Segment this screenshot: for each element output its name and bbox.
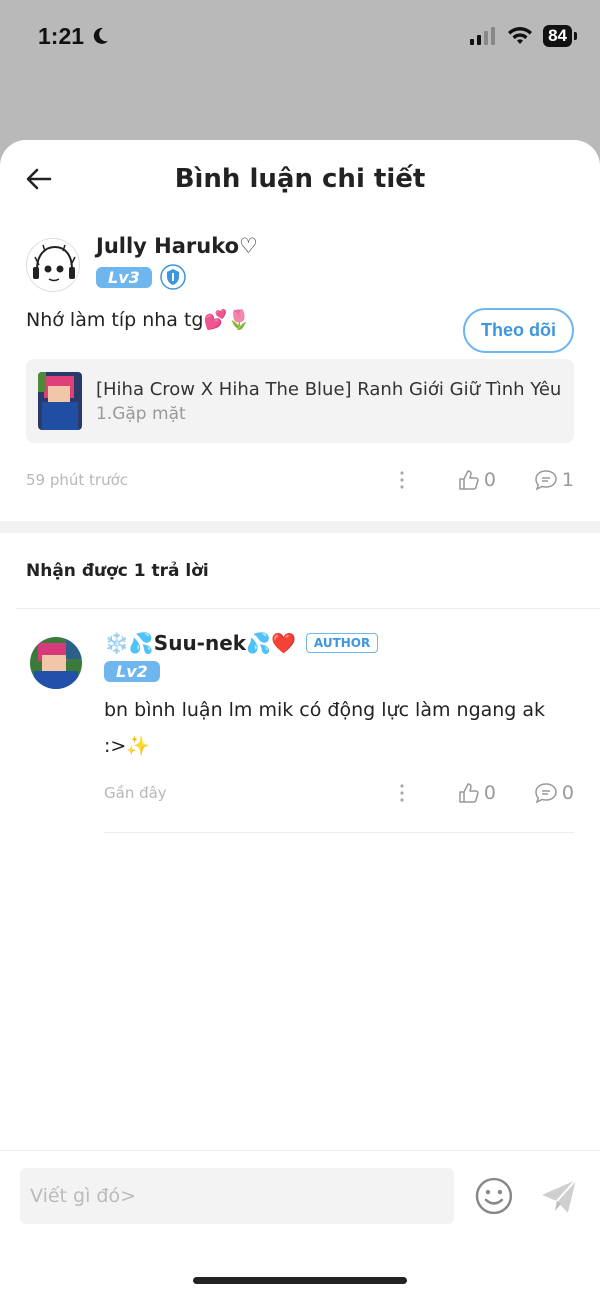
main-comment: Jully Haruko♡ Lv3 Theo dõi Nhớ làm típ n… xyxy=(0,218,600,517)
reply-button[interactable]: 1 xyxy=(534,469,574,491)
level-badge: Lv3 xyxy=(96,266,152,288)
reply-time: Gần đây xyxy=(104,784,167,802)
thumbs-up-icon xyxy=(459,783,479,803)
story-chapter: 1.Gặp mặt xyxy=(96,403,186,424)
signal-icon xyxy=(470,27,496,45)
username[interactable]: Jully Haruko♡ xyxy=(96,234,574,258)
more-vertical-icon[interactable] xyxy=(390,468,414,492)
like-count: 0 xyxy=(483,469,496,491)
comment-icon xyxy=(535,470,557,491)
reply-text: bn bình luận lm mik có động lực làm ngan… xyxy=(104,699,546,757)
section-divider xyxy=(0,521,600,533)
page-title: Bình luận chi tiết xyxy=(174,164,426,194)
wifi-icon xyxy=(508,27,533,44)
like-count: 0 xyxy=(483,782,496,804)
reply-count: 1 xyxy=(561,469,574,491)
follow-button[interactable]: Theo dõi xyxy=(463,308,574,353)
comment-meta: 59 phút trước 0 1 xyxy=(26,443,574,517)
comment-time: 59 phút trước xyxy=(26,471,129,489)
badge-icon xyxy=(160,264,186,290)
avatar-illustration xyxy=(30,637,82,689)
comment-icon xyxy=(535,783,557,804)
back-arrow-icon[interactable] xyxy=(24,164,54,194)
reply-count: 0 xyxy=(561,782,574,804)
avatar[interactable] xyxy=(30,637,82,689)
reply-meta: Gần đây 0 0 xyxy=(104,764,574,822)
moon-icon xyxy=(93,27,109,44)
home-indicator xyxy=(193,1277,407,1284)
status-time: 1:21 xyxy=(38,22,85,49)
story-card[interactable]: [Hiha Crow X Hiha The Blue] Ranh Giới Gi… xyxy=(26,359,574,443)
header: Bình luận chi tiết xyxy=(0,140,600,218)
level-badge: Lv2 xyxy=(104,661,160,682)
send-icon[interactable] xyxy=(538,1175,580,1217)
reply-item: ❄️💦Suu-nek💦❤️ AUTHOR Lv2 bn bình luận lm… xyxy=(0,609,600,833)
reply-username[interactable]: ❄️💦Suu-nek💦❤️ xyxy=(104,631,296,655)
reply-button[interactable]: 0 xyxy=(534,782,574,804)
comment-input-bar xyxy=(0,1150,600,1240)
like-button[interactable]: 0 xyxy=(458,469,496,491)
comment-detail-sheet: Bình luận chi tiết Jully Haruko♡ Lv3 The… xyxy=(0,140,600,1299)
replies-header: Nhận được 1 trả lời xyxy=(16,533,600,609)
like-button[interactable]: 0 xyxy=(458,782,496,804)
status-bar: 1:21 84 xyxy=(0,0,600,72)
more-vertical-icon[interactable] xyxy=(390,781,414,805)
thumbs-up-icon xyxy=(459,470,479,490)
battery-indicator: 84 xyxy=(543,25,577,47)
author-badge: AUTHOR xyxy=(305,633,379,653)
avatar-illustration xyxy=(27,239,79,291)
avatar[interactable] xyxy=(26,238,80,292)
story-title: [Hiha Crow X Hiha The Blue] Ranh Giới Gi… xyxy=(96,378,562,400)
comment-input[interactable] xyxy=(20,1167,455,1224)
emoji-icon[interactable] xyxy=(474,1176,514,1216)
story-thumbnail xyxy=(38,372,82,430)
